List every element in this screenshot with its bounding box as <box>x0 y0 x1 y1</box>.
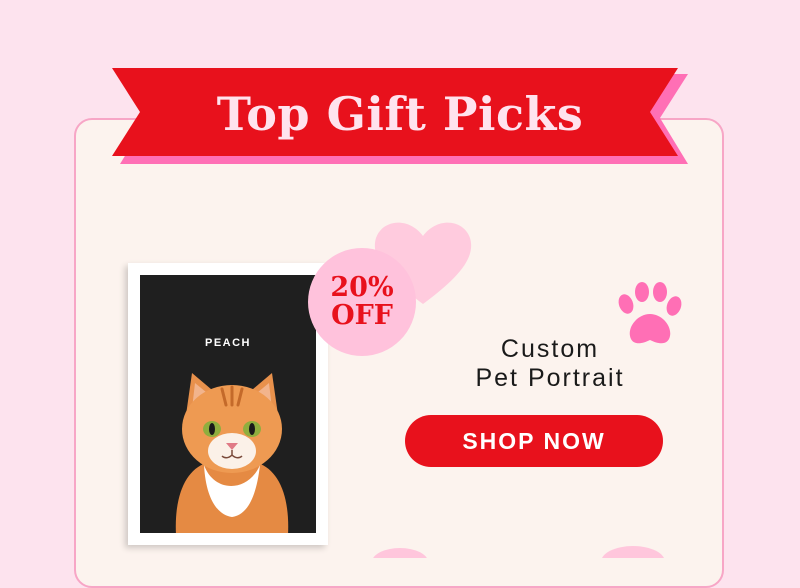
discount-badge: 20% OFF <box>308 248 416 356</box>
title-ribbon: Top Gift Picks <box>112 68 688 164</box>
banner-title: Top Gift Picks <box>216 87 584 141</box>
cat-portrait-image <box>175 373 289 533</box>
decor-circle-right <box>602 546 664 558</box>
discount-off: OFF <box>331 300 393 331</box>
decor-circle-left <box>373 548 427 558</box>
product-title: Custom Pet Portrait <box>420 335 680 393</box>
portrait-frame: PEACH <box>128 263 328 545</box>
portrait-canvas: PEACH <box>140 275 316 533</box>
pet-name-label: PEACH <box>204 337 251 349</box>
discount-percent: 20% <box>330 272 394 303</box>
product-title-line1: Custom <box>500 335 600 363</box>
product-title-line2: Pet Portrait <box>475 364 625 392</box>
shop-now-button[interactable]: SHOP NOW <box>405 415 663 467</box>
